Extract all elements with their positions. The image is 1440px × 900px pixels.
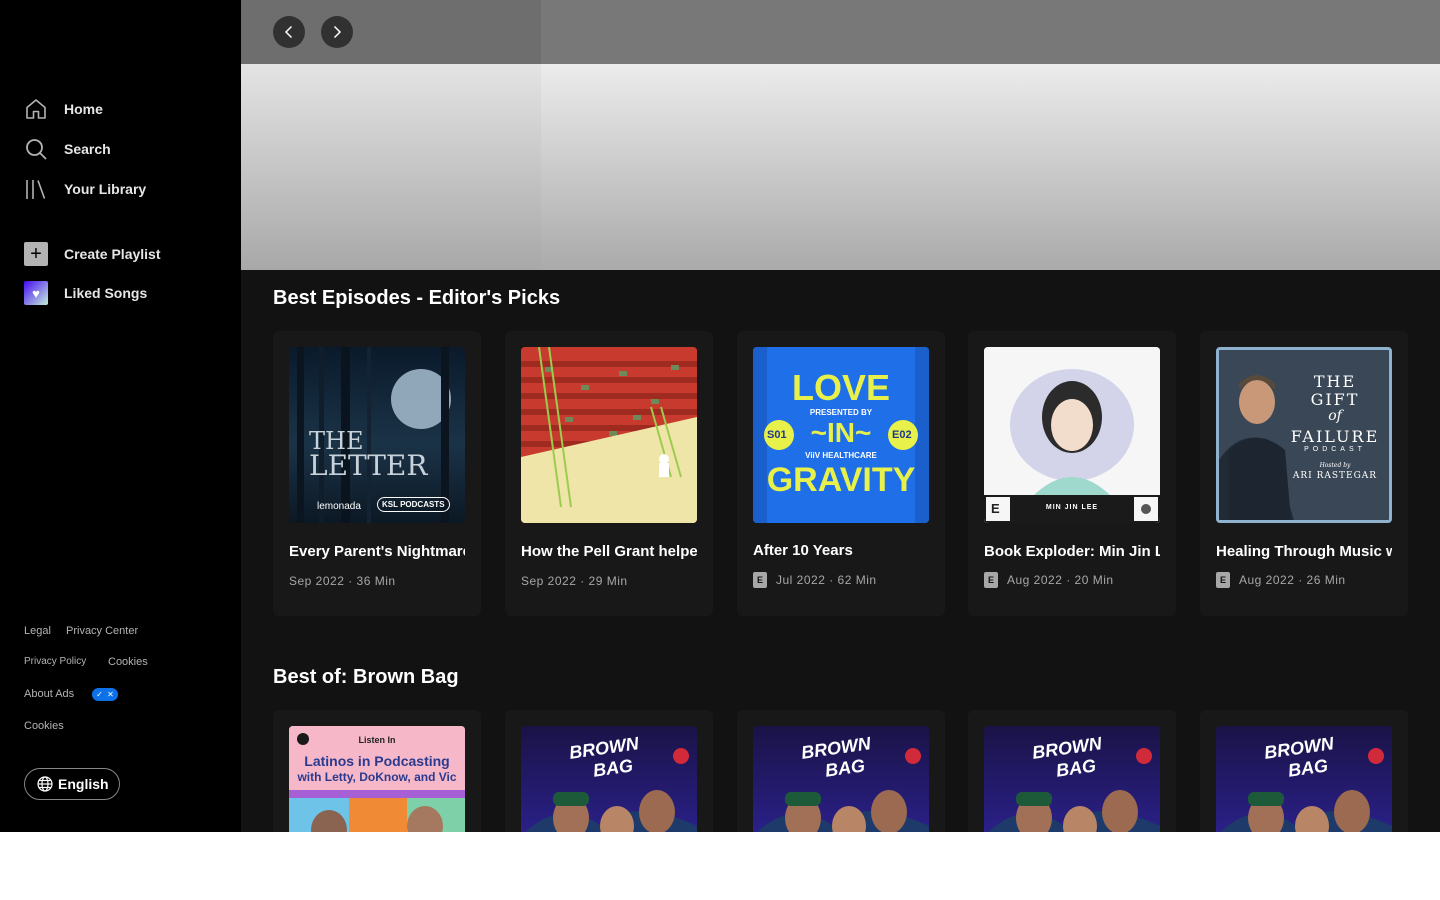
privacy-center-link[interactable]: Privacy Center — [66, 625, 138, 637]
home-icon — [24, 97, 48, 121]
nav-home-label: Home — [64, 101, 103, 117]
episode-card[interactable]: LOVE PRESENTED BY ~IN~ ViiV HEALTHCARE G… — [737, 331, 945, 616]
create-playlist-label: Create Playlist — [64, 246, 161, 262]
top-bar — [241, 0, 1440, 64]
language-button[interactable]: English — [24, 768, 120, 800]
nav-search-label: Search — [64, 141, 111, 157]
artwork-brand-1: lemonada — [317, 501, 361, 512]
episode-artwork: BROWN BAG — [753, 726, 929, 832]
artwork-presented-by: PRESENTED BY — [809, 408, 873, 417]
plus-icon: + — [24, 242, 48, 266]
language-label: English — [58, 776, 109, 792]
check-icon: ✓ — [96, 690, 103, 699]
episode-artwork: E MIN JIN LEE — [984, 347, 1160, 523]
episode-card[interactable]: Listen In Latinos in Podcasting with Let… — [273, 710, 481, 832]
episode-date-duration: Aug 2022 · 20 Min — [1007, 573, 1114, 587]
episode-date-duration: Sep 2022 · 36 Min — [289, 574, 396, 588]
episode-meta: Sep 2022 · 36 Min — [289, 574, 396, 588]
artwork-tag: Listen In — [358, 735, 396, 745]
about-ads-link[interactable]: About Ads — [24, 688, 74, 700]
artwork-hosted-by: Hosted by — [1319, 462, 1351, 469]
artwork-title-line-1: Latinos in Podcasting — [304, 753, 450, 769]
heart-icon: ♥ — [24, 281, 48, 305]
forward-button[interactable] — [321, 16, 353, 48]
create-playlist-button[interactable]: + Create Playlist — [24, 241, 161, 267]
episode-card[interactable]: BROWN BAG — [737, 710, 945, 832]
main-content: Best Episodes - Editor's Picks THE LETTE… — [241, 0, 1440, 832]
artwork-subtitle: PODCAST — [1304, 446, 1366, 453]
artwork-brand-2: KSL PODCASTS — [377, 497, 450, 512]
artwork-title-line-2: LETTER — [309, 449, 428, 482]
cookies-settings-link[interactable]: Cookies — [24, 720, 64, 732]
episode-card[interactable]: BROWN BAG — [505, 710, 713, 832]
back-button[interactable] — [273, 16, 305, 48]
globe-icon — [37, 776, 53, 792]
episode-card[interactable]: BROWN BAG — [1200, 710, 1408, 832]
sidebar: Home Search Your Library + Create Playli… — [0, 0, 241, 832]
artwork-title-line-1: LOVE — [791, 367, 890, 408]
episode-meta: Sep 2022 · 29 Min — [521, 574, 628, 588]
episode-card[interactable]: THE LETTER lemonada KSL PODCASTS Every P… — [273, 331, 481, 616]
nav-home[interactable]: Home — [24, 96, 103, 122]
artwork-corner-badge: E — [991, 501, 1000, 516]
legal-link[interactable]: Legal — [24, 625, 51, 637]
artwork-title-line-2: with Letty, DoKnow, and Vic — [297, 770, 457, 784]
episode-card[interactable]: How the Pell Grant helped Sep 2022 · 29 … — [505, 331, 713, 616]
episode-artwork: BROWN BAG — [984, 726, 1160, 832]
section-title-editors-picks[interactable]: Best Episodes - Editor's Picks — [273, 287, 560, 310]
artwork-title-line-2: GIFT — [1310, 390, 1360, 409]
episode-meta: E Aug 2022 · 20 Min — [984, 572, 1114, 588]
episode-title: Every Parent's Nightmare — [289, 543, 465, 560]
artwork-sponsor: ViiV HEALTHCARE — [805, 451, 877, 460]
episode-date-duration: Jul 2022 · 62 Min — [776, 573, 877, 587]
episode-artwork: Listen In Latinos in Podcasting with Let… — [289, 726, 465, 832]
cookies-link[interactable]: Cookies — [108, 656, 148, 668]
episode-date-duration: Sep 2022 · 29 Min — [521, 574, 628, 588]
episode-title: Healing Through Music with — [1216, 543, 1392, 560]
episode-artwork: THE GIFT of FAILURE PODCAST Hosted by AR… — [1216, 347, 1392, 523]
hero-banner — [241, 64, 1440, 270]
search-icon — [24, 137, 48, 161]
episode-meta: E Aug 2022 · 26 Min — [1216, 572, 1346, 588]
app-window: Home Search Your Library + Create Playli… — [0, 0, 1440, 832]
episode-meta: E Jul 2022 · 62 Min — [753, 572, 877, 588]
episode-card[interactable]: BROWN BAG — [968, 710, 1176, 832]
explicit-badge: E — [984, 572, 998, 588]
episode-artwork: THE LETTER lemonada KSL PODCASTS — [289, 347, 465, 523]
artwork-title-line-3: of — [1328, 408, 1342, 424]
nav-library-label: Your Library — [64, 181, 147, 197]
episode-artwork: BROWN BAG — [1216, 726, 1392, 832]
chevron-left-icon — [284, 25, 293, 39]
chevron-right-icon — [333, 25, 342, 39]
library-icon — [24, 177, 48, 201]
episode-artwork: LOVE PRESENTED BY ~IN~ ViiV HEALTHCARE G… — [753, 347, 929, 523]
ads-privacy-toggle[interactable]: ✓ ✕ — [92, 688, 118, 701]
episode-card[interactable]: THE GIFT of FAILURE PODCAST Hosted by AR… — [1200, 331, 1408, 616]
artwork-host-name: ARI RASTEGAR — [1292, 471, 1378, 481]
episode-date-duration: Aug 2022 · 26 Min — [1239, 573, 1346, 587]
episode-artwork — [521, 347, 697, 523]
nav-library[interactable]: Your Library — [24, 176, 146, 202]
artwork-episode: E02 — [892, 429, 912, 441]
liked-songs-button[interactable]: ♥ Liked Songs — [24, 280, 147, 306]
episode-title: After 10 Years — [753, 542, 853, 559]
explicit-badge: E — [1216, 572, 1230, 588]
episode-artwork: BROWN BAG — [521, 726, 697, 832]
nav-search[interactable]: Search — [24, 136, 111, 162]
artwork-title-line-3: GRAVITY — [766, 461, 916, 499]
close-icon: ✕ — [107, 690, 114, 699]
section-title-brown-bag[interactable]: Best of: Brown Bag — [273, 666, 459, 689]
episode-card[interactable]: E MIN JIN LEE Book Exploder: Min Jin Lee… — [968, 331, 1176, 616]
episode-title: Book Exploder: Min Jin Lee — [984, 543, 1160, 560]
artwork-caption: MIN JIN LEE — [1045, 504, 1099, 511]
artwork-title-line-4: FAILURE — [1290, 427, 1380, 446]
artwork-title-line-1: THE — [1313, 372, 1357, 391]
liked-songs-label: Liked Songs — [64, 285, 148, 301]
episode-title: How the Pell Grant helped — [521, 543, 697, 560]
explicit-badge: E — [753, 572, 767, 588]
artwork-season: S01 — [767, 429, 787, 441]
privacy-policy-link[interactable]: Privacy Policy — [24, 656, 86, 667]
